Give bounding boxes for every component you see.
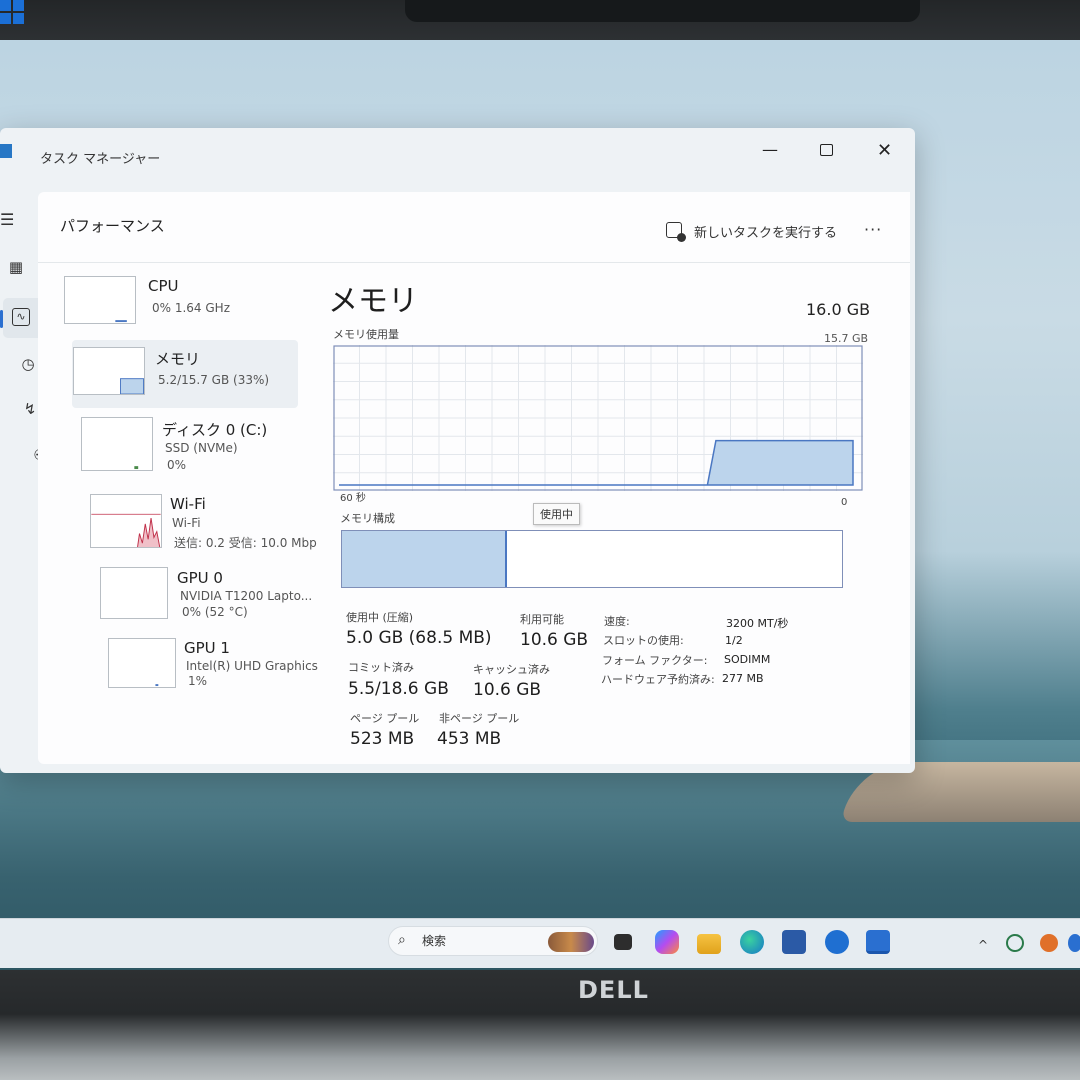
task-manager-app-icon [0, 144, 12, 158]
device-sub: SSD (NVMe) [165, 441, 238, 455]
device-sub: 1% [188, 674, 208, 688]
webcam-housing [405, 0, 920, 22]
nav-active-indicator [0, 310, 3, 328]
speed-value: 3200 MT/秒 [726, 617, 789, 630]
speed-label: 速度: [604, 615, 630, 628]
paged-pool-value: 523 MB [350, 729, 415, 749]
device-sub: Intel(R) UHD Graphics [186, 659, 318, 673]
processes-icon[interactable]: ▦ [6, 258, 26, 278]
taskbar-search-label: 検索 [422, 934, 447, 948]
tray-app-icon[interactable] [1040, 934, 1058, 952]
available-label: 利用可能 [520, 613, 564, 626]
committed-value: 5.5/18.6 GB [348, 679, 449, 699]
device-name: Wi-Fi [170, 495, 206, 513]
memory-usage-area [339, 439, 854, 486]
device-sub: 5.2/15.7 GB (33%) [158, 373, 270, 387]
slots-label: スロットの使用: [603, 634, 684, 647]
device-sub: 0% 1.64 GHz [152, 301, 231, 315]
in-use-value: 5.0 GB (68.5 MB) [346, 628, 492, 648]
device-name: CPU [148, 277, 179, 295]
in-use-label: 使用中 (圧縮) [346, 611, 414, 624]
run-new-task-button[interactable]: 新しいタスクを実行する [694, 222, 837, 241]
form-factor-label: フォーム ファクター: [602, 654, 708, 667]
hardware-reserved-label: ハードウェア予約済み: [601, 673, 715, 686]
tooltip: 使用中 [533, 503, 580, 525]
task-view-icon[interactable] [614, 934, 632, 950]
memory-composition-bar [341, 530, 843, 588]
laptop-bezel-bottom [0, 970, 1080, 1080]
device-name: ディスク 0 (C:) [162, 421, 268, 439]
composition-label: メモリ構成 [340, 512, 395, 525]
device-sub: 送信: 0.2 受信: 10.0 Mbp [174, 536, 317, 550]
outlook-icon[interactable] [825, 930, 849, 954]
paged-pool-label: ページ プール [350, 712, 420, 725]
nonpaged-pool-label: 非ページ プール [439, 712, 520, 725]
device-sub: 0% (52 °C) [182, 605, 248, 619]
device-sub: Wi-Fi [172, 516, 201, 530]
laptop-bezel-top [0, 0, 1080, 44]
cpu-thumbnail [64, 276, 136, 324]
gpu1-thumbnail [108, 638, 176, 688]
memory-title: メモリ [328, 284, 418, 319]
slots-value: 1/2 [725, 634, 743, 647]
nonpaged-pool-value: 453 MB [437, 729, 502, 749]
wifi-thumbnail [90, 494, 162, 548]
tray-sync-icon[interactable] [1006, 934, 1024, 952]
device-name: GPU 1 [184, 639, 230, 657]
hardware-reserved-value: 277 MB [722, 672, 764, 685]
header-divider [38, 262, 910, 263]
dell-logo: DELL [578, 976, 649, 1004]
more-options-button[interactable]: ··· [864, 220, 882, 239]
cached-value: 10.6 GB [473, 680, 542, 700]
widgets-icon[interactable] [548, 932, 594, 952]
device-sub: 0% [167, 458, 187, 472]
form-factor-value: SODIMM [724, 653, 771, 666]
edge-icon[interactable] [740, 930, 764, 954]
search-icon: ⌕ [398, 932, 406, 948]
available-value: 10.6 GB [520, 630, 589, 650]
close-button[interactable]: ✕ [877, 140, 892, 161]
task-manager-taskbar-icon[interactable] [866, 930, 890, 954]
performance-icon[interactable]: ∿ [12, 308, 30, 326]
hamburger-icon[interactable]: ☰ [0, 210, 14, 229]
usage-chart-label: メモリ使用量 [333, 328, 399, 341]
cached-label: キャッシュ済み [473, 663, 550, 676]
run-new-task-icon[interactable] [666, 222, 686, 242]
memory-usage-chart [333, 345, 863, 491]
gpu0-thumbnail [100, 567, 168, 619]
history-icon[interactable]: ◷ [18, 355, 38, 375]
device-name: メモリ [155, 350, 201, 368]
chart-axis-left-label: 60 秒 [340, 493, 366, 504]
tray-network-icon[interactable] [1068, 934, 1080, 952]
composition-in-use-segment [342, 531, 507, 587]
usage-chart-max: 15.7 GB [824, 332, 869, 345]
memory-thumbnail [73, 347, 145, 395]
committed-label: コミット済み [348, 661, 414, 674]
disk-thumbnail [81, 417, 153, 471]
window-title: タスク マネージャー [40, 152, 161, 167]
device-sub: NVIDIA T1200 Lapto... [180, 589, 313, 603]
minimize-button[interactable]: — [762, 140, 778, 160]
startup-icon[interactable]: ↯ [20, 400, 40, 420]
maximize-button[interactable] [820, 144, 833, 156]
copilot-icon[interactable] [655, 930, 679, 954]
memory-total: 16.0 GB [806, 300, 871, 319]
file-explorer-icon[interactable] [697, 934, 721, 954]
page-title: パフォーマンス [60, 217, 165, 235]
store-icon[interactable] [782, 930, 806, 954]
chevron-up-icon[interactable]: ^ [978, 938, 988, 952]
chart-axis-right-label: 0 [841, 497, 848, 508]
device-name: GPU 0 [177, 569, 223, 587]
